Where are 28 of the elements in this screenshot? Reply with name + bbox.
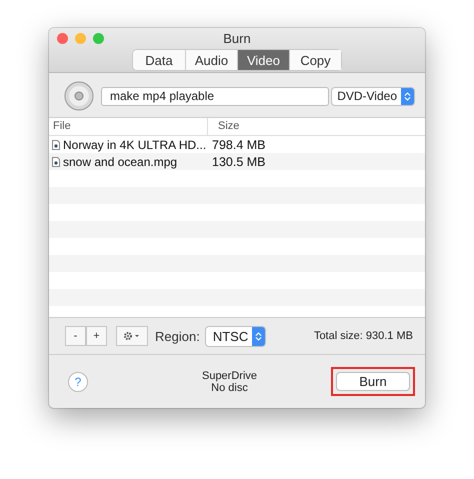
- disc-icon: [64, 81, 94, 111]
- file-icon: [52, 140, 60, 150]
- file-name: Norway in 4K ULTRA HD...: [63, 138, 206, 152]
- column-header[interactable]: Size: [208, 118, 244, 135]
- tab[interactable]: Copy: [289, 50, 341, 70]
- total-size: Total size: 930.1 MB: [314, 330, 413, 342]
- disc-name-field[interactable]: make mp4 playable: [101, 86, 329, 106]
- region-label: Region:: [155, 328, 200, 344]
- action-menu-button[interactable]: [116, 326, 148, 346]
- burn-button[interactable]: Burn: [336, 372, 410, 391]
- stepper-arrows-icon: [404, 90, 411, 102]
- remove-button[interactable]: -: [65, 326, 86, 346]
- file-name: snow and ocean.mpg: [63, 154, 178, 168]
- file-icon: [52, 156, 60, 166]
- window-title: Burn: [223, 31, 251, 46]
- gear-icon: [123, 331, 141, 341]
- file-size: 130.5 MB: [211, 154, 266, 168]
- tab[interactable]: Video: [237, 50, 289, 70]
- minimize-button[interactable]: [75, 33, 86, 44]
- drive-name: SuperDrive: [202, 370, 258, 382]
- region-select[interactable]: NTSC: [204, 326, 266, 346]
- add-button[interactable]: +: [86, 326, 107, 346]
- drive-status: No disc: [211, 382, 248, 394]
- format-select[interactable]: DVD-Video: [331, 86, 415, 106]
- column-header[interactable]: File: [49, 118, 208, 135]
- stepper-arrows-icon: [255, 330, 262, 342]
- close-button[interactable]: [57, 33, 68, 44]
- zoom-button[interactable]: [93, 33, 104, 44]
